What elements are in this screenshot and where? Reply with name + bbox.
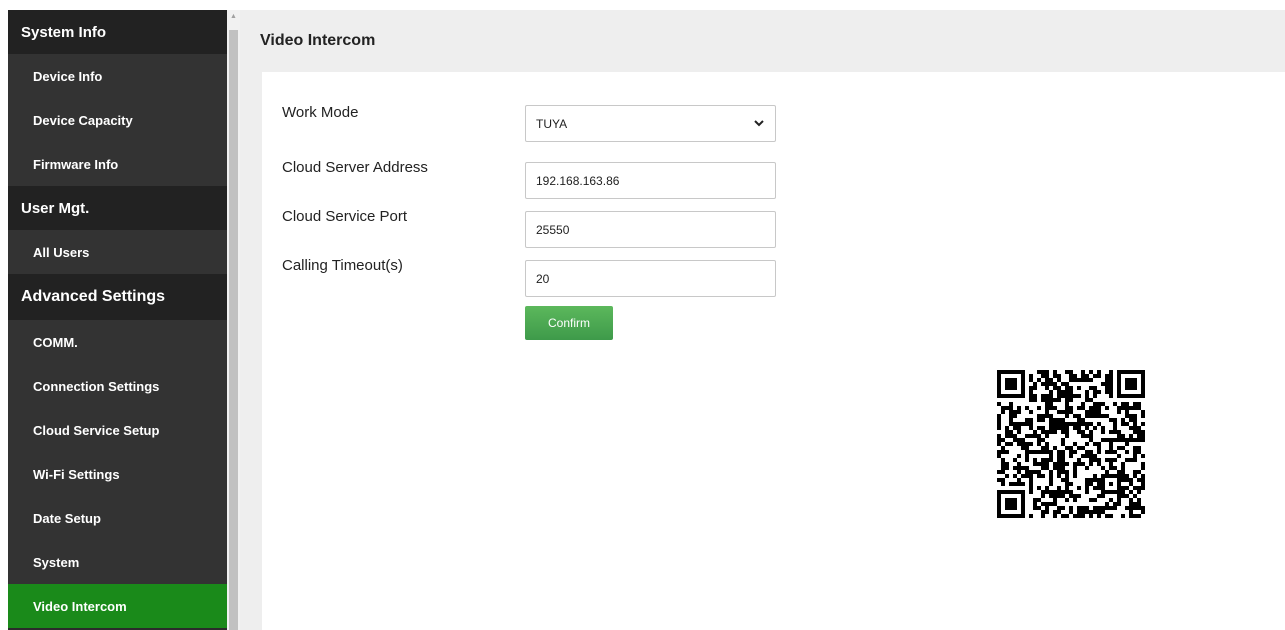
confirm-button[interactable]: Confirm xyxy=(525,306,613,340)
sidebar-item-video-intercom[interactable]: Video Intercom xyxy=(8,584,227,628)
cloud-server-address-input[interactable]: 192.168.163.86 xyxy=(525,162,776,199)
cloud-server-address-label: Cloud Server Address xyxy=(282,159,428,176)
sidebar-item-all-users[interactable]: All Users xyxy=(8,230,227,274)
work-mode-row: Work Mode TUYA xyxy=(282,102,882,142)
calling-timeout-row: Calling Timeout(s) 20 xyxy=(282,257,882,297)
sidebar-item-device-info[interactable]: Device Info xyxy=(8,54,227,98)
work-mode-label: Work Mode xyxy=(282,104,359,121)
calling-timeout-input[interactable]: 20 xyxy=(525,260,776,297)
settings-card: Work Mode TUYA Cloud Server Address 192.… xyxy=(262,72,1285,630)
cloud-service-port-row: Cloud Service Port 25550 xyxy=(282,208,882,248)
page-title: Video Intercom xyxy=(260,32,376,49)
sidebar-item-connection-settings[interactable]: Connection Settings xyxy=(8,364,227,408)
sidebar-section-advanced-settings[interactable]: Advanced Settings xyxy=(8,274,227,320)
scroll-thumb[interactable] xyxy=(229,30,238,630)
main-content: Video Intercom Work Mode TUYA Cloud Serv… xyxy=(240,10,1285,630)
calling-timeout-label: Calling Timeout(s) xyxy=(282,257,403,274)
chevron-down-icon xyxy=(753,117,765,132)
sidebar-scrollbar[interactable]: ▲ xyxy=(227,10,240,630)
cloud-server-address-row: Cloud Server Address 192.168.163.86 xyxy=(282,159,882,199)
sidebar-item-cloud-service-setup[interactable]: Cloud Service Setup xyxy=(8,408,227,452)
sidebar-item-firmware-info[interactable]: Firmware Info xyxy=(8,142,227,186)
scroll-up-icon[interactable]: ▲ xyxy=(227,12,240,22)
work-mode-select[interactable]: TUYA xyxy=(525,105,776,142)
qr-code-icon xyxy=(997,370,1145,518)
sidebar-item-wifi-settings[interactable]: Wi-Fi Settings xyxy=(8,452,227,496)
sidebar-item-comm[interactable]: COMM. xyxy=(8,320,227,364)
sidebar: System Info Device Info Device Capacity … xyxy=(8,10,227,630)
sidebar-item-device-capacity[interactable]: Device Capacity xyxy=(8,98,227,142)
sidebar-item-system[interactable]: System xyxy=(8,540,227,584)
cloud-service-port-label: Cloud Service Port xyxy=(282,208,408,225)
sidebar-item-date-setup[interactable]: Date Setup xyxy=(8,496,227,540)
sidebar-section-system-info[interactable]: System Info xyxy=(8,10,227,54)
cloud-service-port-input[interactable]: 25550 xyxy=(525,211,776,248)
sidebar-section-user-mgt[interactable]: User Mgt. xyxy=(8,186,227,230)
work-mode-value: TUYA xyxy=(536,116,568,131)
